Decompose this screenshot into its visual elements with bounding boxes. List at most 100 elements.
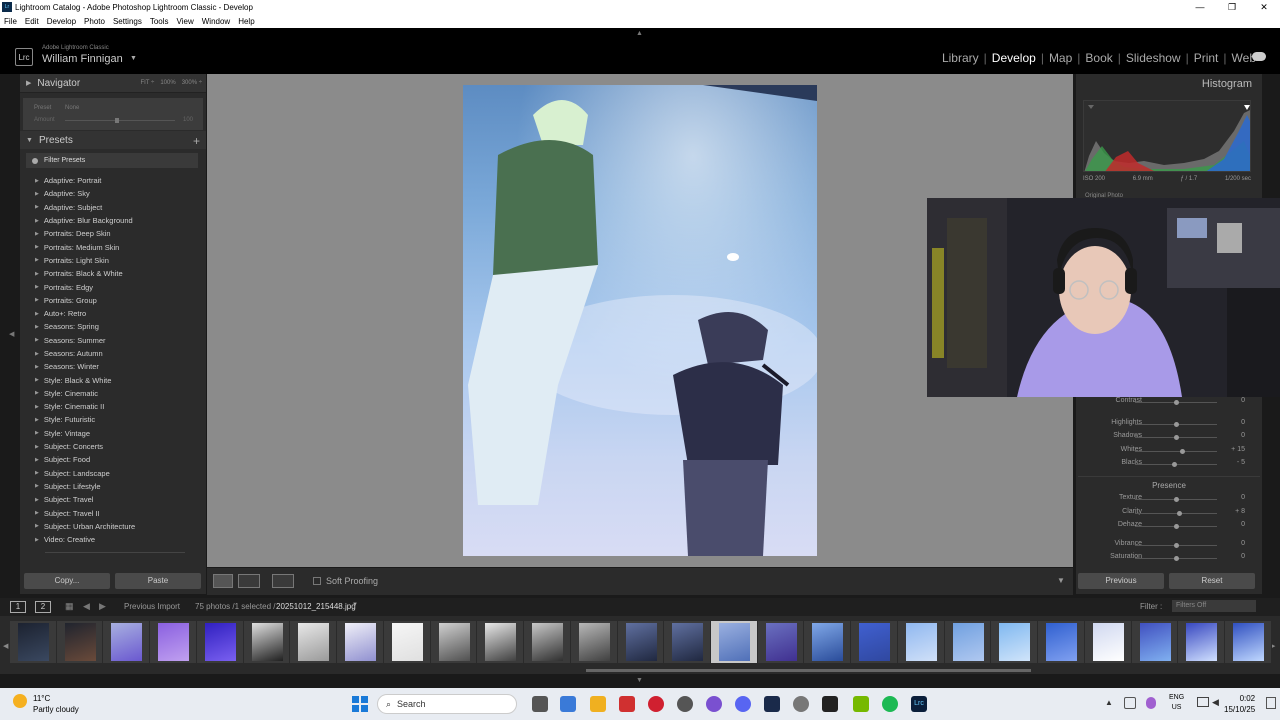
filmstrip-thumbnail[interactable] <box>944 621 992 663</box>
menu-view[interactable]: View <box>177 17 194 26</box>
left-panel-toggle-icon[interactable]: ◀ <box>9 330 14 338</box>
navigator-header[interactable]: ▶ Navigator FIT ÷ 100% 300% ÷ <box>20 74 206 93</box>
slider-highlights[interactable]: Highlights 0 <box>1090 419 1255 432</box>
preset-item[interactable]: ▶ Adaptive: Sky <box>35 187 195 200</box>
filmstrip-thumbnail[interactable] <box>570 621 618 663</box>
taskbar-clock[interactable]: 0:02 15/10/25 <box>1224 693 1255 715</box>
filmstrip-thumbnail[interactable] <box>337 621 384 663</box>
preset-item[interactable]: ▶ Portraits: Light Skin <box>35 254 195 267</box>
minimize-button[interactable]: — <box>1184 0 1216 14</box>
filmstrip-thumbnail[interactable] <box>103 621 151 663</box>
slider-value[interactable]: 0 <box>1241 397 1245 404</box>
filmstrip-thumbnail[interactable] <box>477 621 525 663</box>
slider-knob[interactable] <box>1174 497 1179 502</box>
filmstrip-thumbnail[interactable] <box>1131 621 1179 663</box>
filmstrip-thumbnail[interactable] <box>150 621 197 663</box>
current-filename[interactable]: 20251012_215448.jpg <box>276 602 356 611</box>
slider-knob[interactable] <box>1174 422 1179 427</box>
slider-value[interactable]: + 8 <box>1235 508 1245 515</box>
filmstrip-thumbnail[interactable] <box>243 621 291 663</box>
filmstrip-thumbnail[interactable] <box>1084 621 1132 663</box>
preset-item[interactable]: ▶ Subject: Food <box>35 453 195 466</box>
screen-1-button[interactable]: 1 <box>10 601 26 613</box>
slider-value[interactable]: 0 <box>1241 432 1245 439</box>
histogram-header[interactable]: Histogram <box>1076 74 1262 94</box>
soft-proofing-checkbox[interactable] <box>313 577 321 585</box>
zoom-fit[interactable]: FIT ÷ <box>140 74 154 93</box>
slider-blacks[interactable]: Blacks - 5 <box>1090 459 1255 472</box>
filmstrip-thumbnail[interactable] <box>617 621 665 663</box>
microphone-icon[interactable] <box>1146 697 1156 709</box>
slider-saturation[interactable]: Saturation 0 <box>1090 553 1255 566</box>
preset-item[interactable]: ▶ Portraits: Edgy <box>35 280 195 293</box>
taskbar-search[interactable]: ⌕ Search <box>377 694 517 714</box>
menu-help[interactable]: Help <box>238 17 254 26</box>
filmstrip-thumbnail[interactable] <box>711 621 758 663</box>
preset-item[interactable]: ▶ Seasons: Winter <box>35 360 195 373</box>
menu-window[interactable]: Window <box>202 17 230 26</box>
previous-button[interactable]: Previous <box>1078 573 1164 589</box>
slider-knob[interactable] <box>1174 543 1179 548</box>
windows-start-icon[interactable] <box>352 696 368 712</box>
zoom-300[interactable]: 300% ÷ <box>182 74 202 93</box>
preset-item[interactable]: ▶ Seasons: Autumn <box>35 347 195 360</box>
preset-item[interactable]: ▶ Subject: Landscape <box>35 467 195 480</box>
filmstrip-thumbnail[interactable] <box>991 621 1039 663</box>
slider-knob[interactable] <box>1174 556 1179 561</box>
amount-slider-knob[interactable] <box>115 118 119 123</box>
before-after-swap-icon[interactable] <box>272 574 294 588</box>
preset-item[interactable]: ▶ Subject: Travel <box>35 493 195 506</box>
volume-icon[interactable]: ◀ <box>1212 697 1219 708</box>
menu-settings[interactable]: Settings <box>113 17 142 26</box>
nvidia-icon[interactable] <box>853 696 869 712</box>
settings-icon[interactable] <box>793 696 809 712</box>
main-photo[interactable] <box>463 85 817 556</box>
filmstrip-thumbnail[interactable] <box>1038 621 1085 663</box>
display-icon[interactable] <box>1197 697 1209 707</box>
photos-app-icon[interactable] <box>560 696 576 712</box>
preset-item[interactable]: ▶ Style: Vintage <box>35 427 195 440</box>
cloud-sync-icon[interactable] <box>1252 52 1266 61</box>
slider-value[interactable]: 0 <box>1241 494 1245 501</box>
preset-item[interactable]: ▶ Subject: Urban Architecture <box>35 520 195 533</box>
slider-knob[interactable] <box>1177 511 1183 516</box>
preset-item[interactable]: ▶ Style: Futuristic <box>35 413 195 426</box>
filmstrip-thumbnail[interactable] <box>524 621 571 663</box>
menu-photo[interactable]: Photo <box>84 17 105 26</box>
filmstrip-thumbnail[interactable] <box>290 621 338 663</box>
collapse-filmstrip-icon[interactable]: ▼ <box>636 677 643 684</box>
slider-knob[interactable] <box>1174 435 1179 440</box>
preset-item[interactable]: ▶ Portraits: Black & White <box>35 267 195 280</box>
slider-contrast[interactable]: Contrast 0 <box>1090 397 1255 410</box>
weather-widget[interactable]: 11°C Partly cloudy <box>33 693 79 715</box>
filmstrip-scrollbar[interactable] <box>586 669 1031 672</box>
menu-file[interactable]: File <box>4 17 17 26</box>
slider-track[interactable] <box>1135 513 1217 514</box>
filmstrip-thumbnail[interactable] <box>804 621 852 663</box>
slider-knob[interactable] <box>1174 400 1179 405</box>
slider-knob[interactable] <box>1171 462 1177 467</box>
paste-button[interactable]: Paste <box>115 573 201 589</box>
preset-item[interactable]: ▶ Auto+: Retro <box>35 307 195 320</box>
presets-header[interactable]: ▼ Presets + <box>20 131 206 149</box>
steam-icon[interactable] <box>764 696 780 712</box>
filmstrip-thumbnail[interactable] <box>383 621 431 663</box>
preset-item[interactable]: ▶ Style: Cinematic II <box>35 400 195 413</box>
chevron-down-icon[interactable]: ▼ <box>130 55 137 62</box>
slider-track[interactable] <box>1135 451 1217 452</box>
lightroom-taskbar-icon[interactable]: Lrc <box>911 696 927 712</box>
add-preset-icon[interactable]: + <box>193 134 200 148</box>
preset-item[interactable]: ▶ Portraits: Deep Skin <box>35 227 195 240</box>
filmstrip-thumbnail[interactable] <box>56 621 104 663</box>
menu-develop[interactable]: Develop <box>47 17 76 26</box>
filename-dropdown-icon[interactable]: ▼ <box>352 602 358 608</box>
network-app-icon[interactable] <box>677 696 693 712</box>
close-button[interactable]: ✕ <box>1248 0 1280 14</box>
module-develop[interactable]: Develop <box>988 51 1040 65</box>
preset-item[interactable]: ▶ Adaptive: Subject <box>35 201 195 214</box>
tray-app-icon[interactable] <box>1124 697 1136 709</box>
loupe-view-icon[interactable] <box>213 574 233 588</box>
task-view-icon[interactable] <box>532 696 548 712</box>
screen-2-button[interactable]: 2 <box>35 601 51 613</box>
zoom-100[interactable]: 100% <box>160 74 175 93</box>
